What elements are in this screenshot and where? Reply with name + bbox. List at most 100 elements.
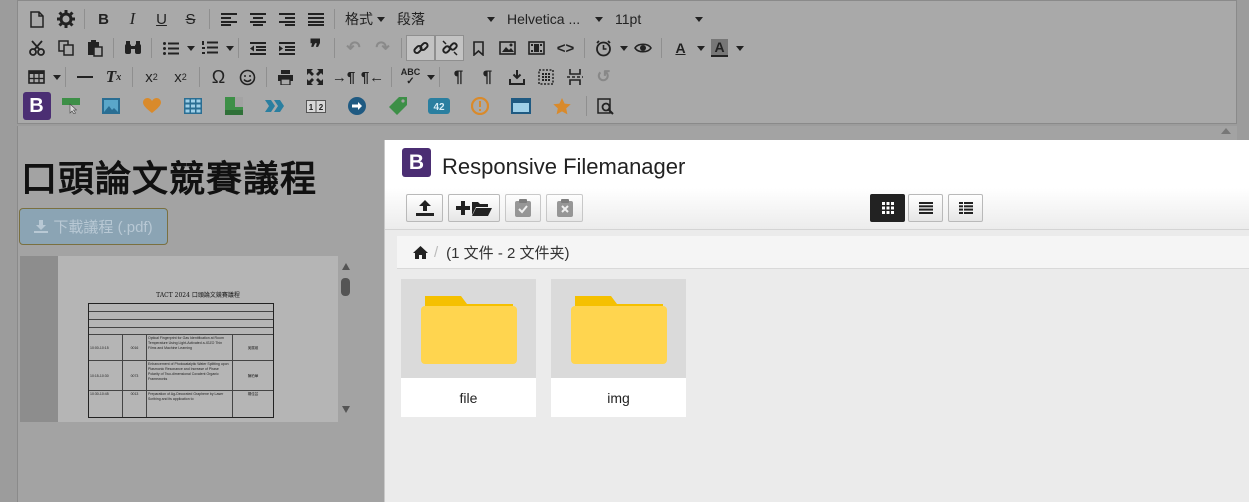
- insert-time-clock-icon[interactable]: [589, 35, 618, 61]
- file-manager-search-icon[interactable]: [591, 93, 620, 119]
- bootstrap-breadcrumb-icon[interactable]: [260, 93, 289, 119]
- special-character-omega-icon[interactable]: Ω: [204, 64, 233, 90]
- redo-icon[interactable]: ↷: [368, 35, 397, 61]
- bootstrap-plugin-logo[interactable]: B: [22, 92, 51, 120]
- bootstrap-button-icon[interactable]: [57, 93, 86, 119]
- plus-icon: [456, 201, 470, 215]
- bootstrap-icon-heart-icon[interactable]: [137, 93, 166, 119]
- bullet-list-chevron-down-icon[interactable]: [187, 45, 195, 51]
- format-dropdown[interactable]: 格式: [339, 6, 391, 32]
- bootstrap-alert-icon[interactable]: [465, 93, 494, 119]
- bootstrap-pagination-icon[interactable]: 12: [301, 93, 330, 119]
- chevron-down-icon: [487, 16, 495, 22]
- folder-item[interactable]: img: [551, 279, 686, 417]
- new-folder-button[interactable]: [448, 194, 500, 222]
- emoticons-smiley-icon[interactable]: [233, 64, 262, 90]
- bootstrap-pager-arrow-icon[interactable]: [342, 93, 371, 119]
- preview-eye-icon[interactable]: [628, 35, 657, 61]
- align-justify-icon[interactable]: [301, 6, 330, 32]
- bold-icon[interactable]: B: [89, 6, 118, 32]
- font-family-dropdown[interactable]: Helvetica ...: [501, 6, 609, 32]
- insert-time-chevron-down-icon[interactable]: [620, 45, 628, 51]
- table-icon[interactable]: [22, 64, 51, 90]
- indent-icon[interactable]: [272, 35, 301, 61]
- table-chevron-down-icon[interactable]: [53, 74, 61, 80]
- source-code-icon[interactable]: <>: [551, 35, 580, 61]
- visual-aid-grid-icon[interactable]: [531, 64, 560, 90]
- numbered-list-icon[interactable]: [195, 35, 224, 61]
- pdf-preview-frame[interactable]: TACT 2024 口頭論文競賽議程 10:00-10:15 0016 Opti…: [20, 256, 354, 422]
- svg-text:42: 42: [433, 102, 445, 113]
- bookmark-anchor-icon[interactable]: [464, 35, 493, 61]
- insert-image-icon[interactable]: [493, 35, 522, 61]
- scrollbar-thumb[interactable]: [341, 278, 350, 296]
- remove-link-icon[interactable]: [435, 35, 464, 61]
- cut-icon[interactable]: [22, 35, 51, 61]
- text-color-icon[interactable]: A: [666, 35, 695, 61]
- restore-draft-history-icon[interactable]: ↺: [589, 64, 618, 90]
- bootstrap-image-icon[interactable]: [96, 93, 125, 119]
- view-grid-button[interactable]: [870, 194, 905, 222]
- pdf-page: TACT 2024 口頭論文競賽議程 10:00-10:15 0016 Opti…: [58, 256, 338, 422]
- paragraph-dropdown[interactable]: 段落: [391, 6, 501, 32]
- italic-icon[interactable]: I: [118, 6, 147, 32]
- align-right-icon[interactable]: [272, 6, 301, 32]
- toolbar-separator: [334, 38, 335, 58]
- home-icon[interactable]: [413, 245, 428, 259]
- bootstrap-label-tag-icon[interactable]: [383, 93, 412, 119]
- numbered-list-chevron-down-icon[interactable]: [226, 45, 234, 51]
- paste-icon[interactable]: [80, 35, 109, 61]
- bullet-list-icon[interactable]: [156, 35, 185, 61]
- folder-item[interactable]: file: [401, 279, 536, 417]
- blockquote-icon[interactable]: ❞: [301, 35, 330, 61]
- spellcheck-chevron-down-icon[interactable]: [427, 74, 435, 80]
- show-blocks-pilcrow-icon[interactable]: ¶: [444, 64, 473, 90]
- page-break-icon[interactable]: [560, 64, 589, 90]
- ltr-direction-icon[interactable]: →¶: [329, 64, 358, 90]
- scroll-down-arrow-icon[interactable]: [342, 406, 350, 413]
- settings-gear-icon[interactable]: [51, 6, 80, 32]
- font-size-dropdown[interactable]: 11pt: [609, 6, 709, 32]
- bootstrap-panel-icon[interactable]: [506, 93, 535, 119]
- pdf-scrollbar[interactable]: [338, 256, 354, 422]
- undo-icon[interactable]: ↶: [339, 35, 368, 61]
- align-left-icon[interactable]: [214, 6, 243, 32]
- underline-icon[interactable]: U: [147, 6, 176, 32]
- new-document-icon[interactable]: [22, 6, 51, 32]
- insert-media-icon[interactable]: [522, 35, 551, 61]
- toolbar-separator: [584, 38, 585, 58]
- spellcheck-icon[interactable]: ABC ✓: [396, 64, 425, 90]
- scroll-up-arrow-icon[interactable]: [342, 263, 350, 270]
- paste-clipboard-button[interactable]: [505, 194, 541, 222]
- pdf-table-header-line: [89, 312, 273, 320]
- bootstrap-badge-icon[interactable]: 42: [424, 93, 453, 119]
- bootstrap-snippet-star-icon[interactable]: [547, 93, 576, 119]
- background-color-icon[interactable]: A: [705, 35, 734, 61]
- subscript-icon[interactable]: x2: [137, 64, 166, 90]
- rtl-direction-icon[interactable]: ¶←: [358, 64, 387, 90]
- view-list-button[interactable]: [908, 194, 943, 222]
- clear-clipboard-button[interactable]: [546, 194, 583, 222]
- horizontal-rule-icon[interactable]: [70, 64, 99, 90]
- paragraph-dropdown-label: 段落: [397, 11, 425, 27]
- bootstrap-table-icon[interactable]: [178, 93, 207, 119]
- insert-template-icon[interactable]: [502, 64, 531, 90]
- fullscreen-icon[interactable]: [300, 64, 329, 90]
- strikethrough-icon[interactable]: S: [176, 6, 205, 32]
- upload-button[interactable]: [406, 194, 443, 222]
- clear-formatting-icon[interactable]: Tx: [99, 64, 128, 90]
- copy-icon[interactable]: [51, 35, 80, 61]
- superscript-icon[interactable]: x2: [166, 64, 195, 90]
- outdent-icon[interactable]: [243, 35, 272, 61]
- insert-link-icon[interactable]: [406, 35, 435, 61]
- view-columns-button[interactable]: [948, 194, 983, 222]
- print-icon[interactable]: [271, 64, 300, 90]
- text-color-chevron-down-icon[interactable]: [697, 45, 705, 51]
- find-replace-binoculars-icon[interactable]: [118, 35, 147, 61]
- show-invisibles-pilcrow-icon[interactable]: ¶: [473, 64, 502, 90]
- background-color-chevron-down-icon[interactable]: [736, 45, 744, 51]
- download-agenda-button[interactable]: 下載議程 (.pdf): [19, 208, 168, 245]
- folder-icon: [570, 295, 667, 364]
- bootstrap-template-layout-icon[interactable]: [219, 93, 248, 119]
- align-center-icon[interactable]: [243, 6, 272, 32]
